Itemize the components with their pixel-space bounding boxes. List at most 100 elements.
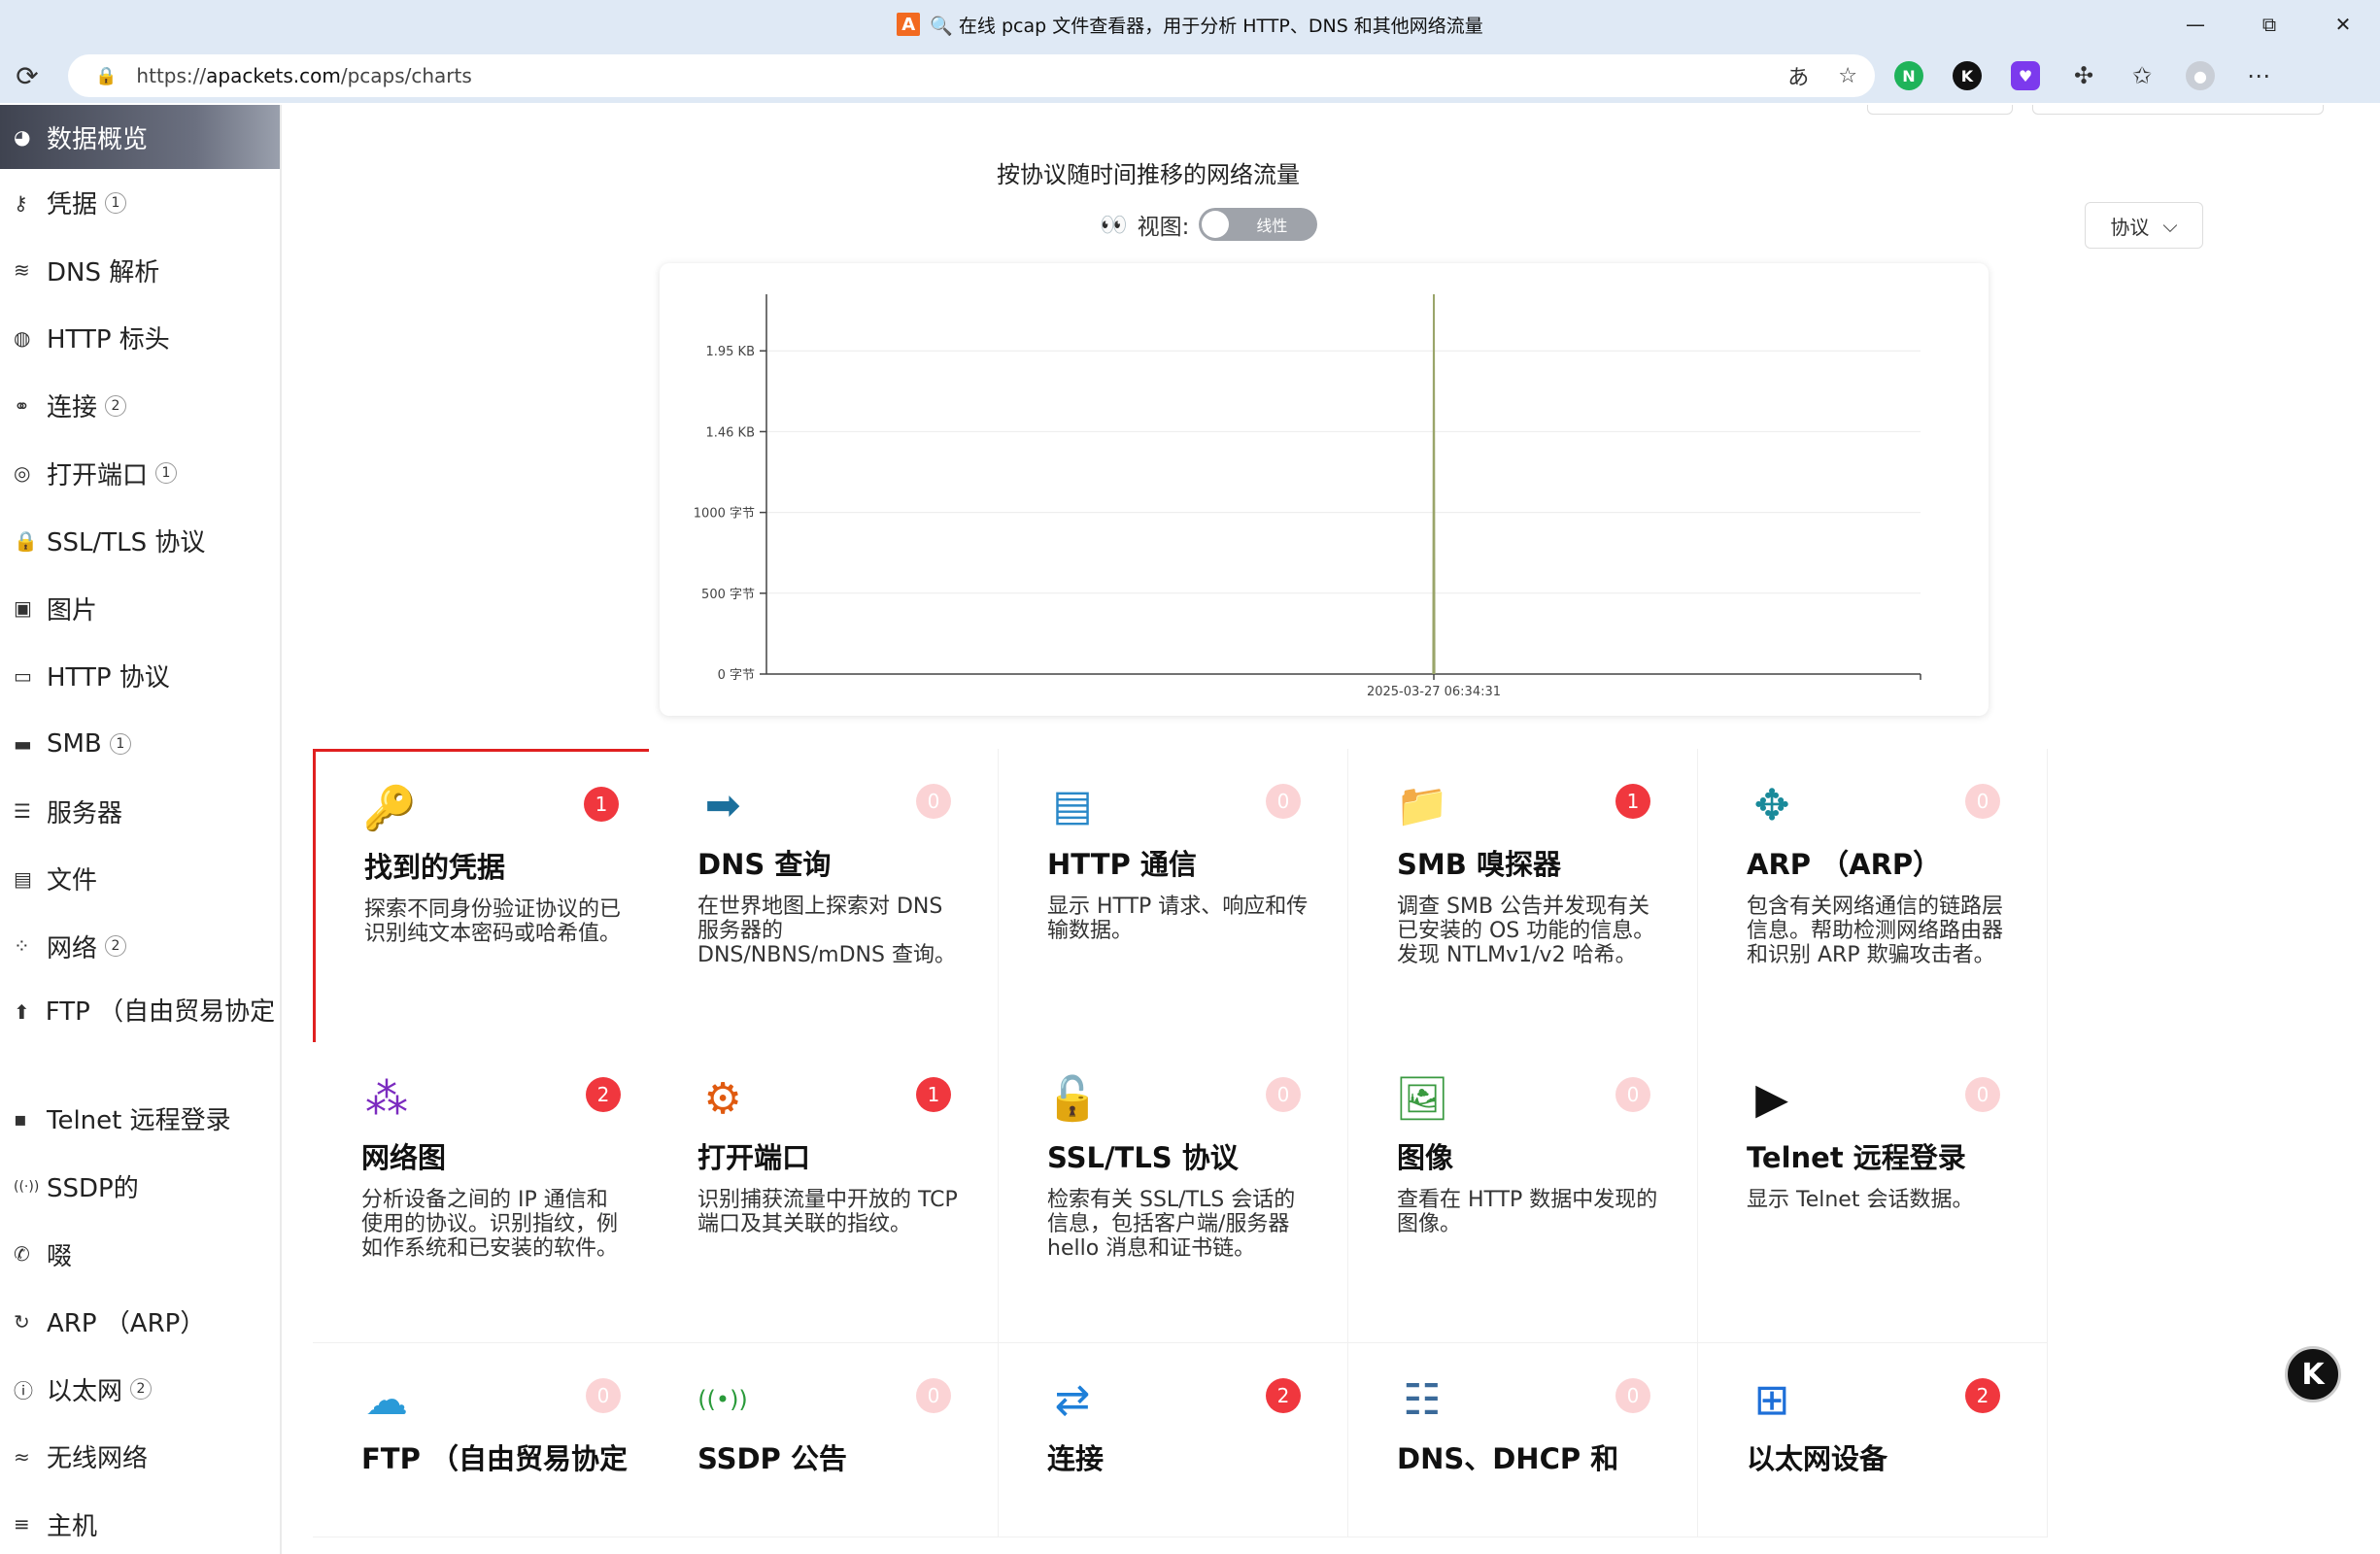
sidebar-item-8[interactable]: ▭ HTTP 协议 <box>0 642 280 710</box>
sidebar-item-6[interactable]: 🔒 SSL/TLS 协议 <box>0 507 280 575</box>
sidebar-item-0[interactable]: ◕ 数据概览 <box>0 105 280 169</box>
sidebar-item-7[interactable]: ▣ 图片 <box>0 575 280 643</box>
network-icon: ⁘ <box>14 934 30 959</box>
file-icon: ▤ <box>14 866 32 891</box>
sidebar-item-11[interactable]: ▤ 文件 <box>0 845 280 913</box>
sidebar-item-10[interactable]: ☰ 服务器 <box>0 777 280 845</box>
count-badge: 0 <box>1965 784 2000 819</box>
feature-card-1[interactable]: ➡ 0 DNS 查询 在世界地图上探索对 DNS 服务器的 DNS/NBNS/mDNS… <box>649 749 999 1046</box>
minimize-button[interactable]: — <box>2159 0 2232 49</box>
file-upload-icon: ⬆ <box>14 1000 30 1025</box>
address-bar[interactable]: 🔒 https://apackets.com/pcaps/charts あ ☆ <box>68 54 1875 97</box>
card-title: SMB 嗅探器 <box>1397 848 1561 881</box>
sidebar-item-13[interactable]: ⬆ FTP （自由贸易协定 <box>0 980 280 1085</box>
sidebar-item-3[interactable]: ◍ HTTP 标头 <box>0 304 280 372</box>
sidebar-item-19[interactable]: ≈ 无线网络 <box>0 1423 280 1491</box>
count-badge: 0 <box>1615 1077 1650 1112</box>
sidebar-item-9[interactable]: ▬ SMB 1 <box>0 710 280 778</box>
exchange-icon: ⇄ <box>1054 1374 1091 1425</box>
count-badge: 0 <box>1266 784 1301 819</box>
feature-card-2[interactable]: ▤ 0 HTTP 通信 显示 HTTP 请求、响应和传输数据。 <box>999 749 1348 1046</box>
sidebar-item-1[interactable]: ⚷ 凭据 1 <box>0 169 280 237</box>
extension-n-icon[interactable]: N <box>1894 61 1923 90</box>
sidebar-item-15[interactable]: ((·)) SSDP的 <box>0 1153 280 1221</box>
close-button[interactable]: ✕ <box>2306 0 2380 49</box>
sidebar-count-badge: 1 <box>155 462 178 485</box>
feature-card-8[interactable]: 🖼 0 图像 查看在 HTTP 数据中发现的图像。 <box>1348 1042 1698 1343</box>
protocol-dropdown[interactable]: 协议 ⌵ <box>2085 202 2203 249</box>
card-title: SSL/TLS 协议 <box>1047 1141 1239 1174</box>
y-tick-label: 1.95 KB <box>705 345 755 359</box>
extension-k-icon[interactable]: K <box>1953 61 1982 90</box>
chevron-down-icon: ⌵ <box>2162 214 2178 237</box>
k-assistant-button[interactable]: K <box>2285 1346 2341 1402</box>
sidebar-item-2[interactable]: ≋ DNS 解析 <box>0 237 280 305</box>
sidebar-item-label: 打开端口 <box>47 460 149 490</box>
toggle-knob <box>1202 211 1230 238</box>
lock-icon[interactable]: 🔒 <box>95 66 117 86</box>
sidebar-item-label: 连接 <box>47 393 98 423</box>
y-tick-label: 500 字节 <box>701 588 755 602</box>
sidebar-item-12[interactable]: ⁘ 网络 2 <box>0 913 280 981</box>
folder-icon: 📁 <box>1395 781 1449 830</box>
broadcast-icon: ((•)) <box>697 1386 748 1413</box>
sidebar-item-label: ARP （ARP） <box>47 1309 206 1339</box>
sidebar-item-17[interactable]: ↻ ARP （ARP） <box>0 1288 280 1356</box>
list-icon: ≡ <box>14 1512 30 1537</box>
feature-card-14[interactable]: ⊞ 2 以太网设备 <box>1698 1343 2048 1537</box>
sidebar-item-5[interactable]: ◎ 打开端口 1 <box>0 439 280 507</box>
image-icon: ▣ <box>14 596 32 621</box>
translate-icon[interactable]: あ <box>1787 60 1809 91</box>
sidebar-item-18[interactable]: ⓘ 以太网 2 <box>0 1356 280 1424</box>
feature-card-6[interactable]: ⚙ 1 打开端口 识别捕获流量中开放的 TCP 端口及其关联的指纹。 <box>649 1042 999 1343</box>
pie-icon: ◕ <box>14 125 31 149</box>
sidebar-item-14[interactable]: ▪ Telnet 远程登录 <box>0 1085 280 1153</box>
feature-card-9[interactable]: ▶ 0 Telnet 远程登录 显示 Telnet 会话数据。 <box>1698 1042 2048 1343</box>
toggle-label: 线性 <box>1256 217 1288 235</box>
top-button-1[interactable] <box>1867 105 2013 115</box>
extensions-puzzle-icon[interactable]: ✣ <box>2069 61 2098 90</box>
feature-card-10[interactable]: ☁ 0 FTP （自由贸易协定 <box>313 1343 668 1537</box>
feature-card-4[interactable]: ✥ 0 ARP （ARP） 包含有关网络通信的链路层信息。帮助检测网络路由器和识别 A… <box>1698 749 2048 1046</box>
star-icon[interactable]: ☆ <box>1838 64 1857 88</box>
reload-icon[interactable]: ⟳ <box>0 60 54 92</box>
card-title: 网络图 <box>361 1141 447 1174</box>
count-badge: 1 <box>584 787 619 822</box>
feature-card-5[interactable]: ⁂ 2 网络图 分析设备之间的 IP 通信和使用的协议。识别指纹，例如作系统和已安装的… <box>313 1042 668 1343</box>
arrow-circle-icon: ➡ <box>704 780 741 830</box>
card-title: 以太网设备 <box>1747 1442 1888 1475</box>
sidebar-item-label: 网络 <box>47 933 98 963</box>
extension-purple-icon[interactable]: ♥ <box>2011 61 2040 90</box>
feature-card-0[interactable]: 🔑 1 找到的凭据 探索不同身份验证协议的已识别纯文本密码或哈希值。 <box>313 749 668 1046</box>
url-text[interactable]: https://apackets.com/pcaps/charts <box>136 64 471 87</box>
view-toggle[interactable]: 线性 <box>1199 208 1318 241</box>
more-menu-icon[interactable]: ⋯ <box>2244 61 2273 90</box>
card-title: DNS 查询 <box>697 848 832 881</box>
sidebar-item-label: HTTP 协议 <box>47 663 170 693</box>
card-description: 分析设备之间的 IP 通信和使用的协议。识别指纹，例如作系统和已安装的软件。 <box>361 1188 619 1261</box>
y-tick-label: 1.46 KB <box>705 425 755 440</box>
feature-card-13[interactable]: ☷ 0 DNS、DHCP 和 <box>1348 1343 1698 1537</box>
favorites-icon[interactable]: ✩ <box>2127 61 2157 90</box>
maximize-button[interactable]: ⧉ <box>2232 0 2306 49</box>
sidebar-count-badge: 2 <box>105 394 127 417</box>
card-description: 包含有关网络通信的链路层信息。帮助检测网络路由器和识别 ARP 欺骗攻击者。 <box>1747 895 2004 967</box>
terminal-icon: ▶ <box>1755 1073 1788 1124</box>
sidebar-item-16[interactable]: ✆ 啜 <box>0 1220 280 1288</box>
feature-card-3[interactable]: 📁 1 SMB 嗅探器调查 SMB 公告并发现有关已安装的 OS 功能的信息。发现 … <box>1348 749 1698 1046</box>
count-badge: 1 <box>1615 784 1650 819</box>
profile-avatar[interactable]: ● <box>2186 61 2215 90</box>
monitor-icon: ▭ <box>14 663 32 688</box>
sidebar-item-label: 凭据 <box>47 190 98 220</box>
view-label: 视图: <box>1137 215 1190 240</box>
cloud-upload-icon: ☁ <box>365 1374 408 1425</box>
card-description: 调查 SMB 公告并发现有关已安装的 OS 功能的信息。发现 NTLMv1/v2… <box>1397 895 1655 967</box>
top-button-2[interactable] <box>2032 105 2324 115</box>
card-description: 显示 HTTP 请求、响应和传输数据。 <box>1047 895 1309 943</box>
sidebar-item-20[interactable]: ≡ 主机 <box>0 1491 280 1554</box>
feature-card-7[interactable]: 🔓 0 SSL/TLS 协议 检索有关 SSL/TLS 会话的信息，包括客户端/服务器… <box>999 1042 1348 1343</box>
feature-card-11[interactable]: ((•)) 0 SSDP 公告 <box>649 1343 999 1537</box>
sidebar-item-label: HTTP 标头 <box>47 325 170 355</box>
sidebar-item-4[interactable]: ⚭ 连接 2 <box>0 372 280 440</box>
feature-card-12[interactable]: ⇄ 2 连接 <box>999 1343 1348 1537</box>
